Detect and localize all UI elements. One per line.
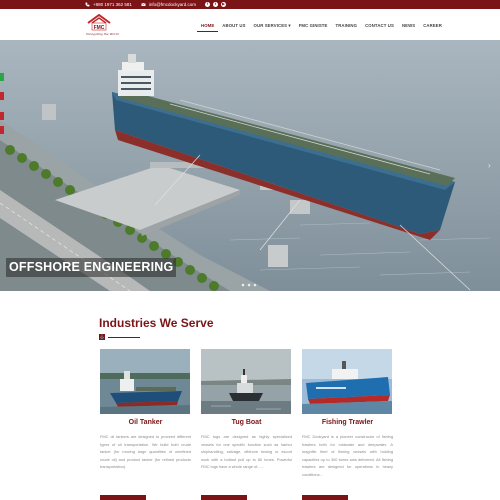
hero-caption: OFFSHORE ENGINEERING bbox=[6, 258, 177, 277]
nav-about-us[interactable]: ABOUT US bbox=[218, 23, 249, 32]
fishing-trawler-image[interactable] bbox=[302, 349, 392, 414]
nav-our-services[interactable]: OUR SERVICES ▾ bbox=[250, 23, 295, 32]
tug-boat-image[interactable] bbox=[201, 349, 291, 414]
phone-icon bbox=[85, 2, 90, 7]
read-more-button[interactable] bbox=[100, 495, 146, 500]
site-header: FMC Navigating the World HOME ABOUT US O… bbox=[0, 9, 500, 40]
nav-news[interactable]: NEWS bbox=[398, 23, 419, 32]
industries-cards: Oil Tanker FMC oil tankers are designed … bbox=[100, 349, 393, 500]
card-title: Oil Tanker bbox=[128, 419, 163, 426]
top-contact-bar: +880 1971 362 581 info@fmcdockyard.com f… bbox=[0, 0, 500, 9]
read-more-button[interactable] bbox=[201, 495, 247, 500]
card-title: Fishing Trawler bbox=[321, 419, 374, 426]
nav-training[interactable]: TRAINING bbox=[332, 23, 362, 32]
oil-tanker-image[interactable] bbox=[100, 349, 190, 414]
nav-home[interactable]: HOME bbox=[197, 23, 219, 32]
hero-slider[interactable]: OFFSHORE ENGINEERING › bbox=[0, 40, 500, 291]
contact-info: +880 1971 362 581 info@fmcdockyard.com f… bbox=[85, 1, 227, 8]
title-divider bbox=[108, 337, 140, 338]
nav-contact-us[interactable]: CONTACT US bbox=[361, 23, 398, 32]
card-oil-tanker: Oil Tanker FMC oil tankers are designed … bbox=[100, 349, 191, 500]
phone-number[interactable]: +880 1971 362 581 bbox=[93, 1, 132, 8]
card-text: FMC oil tankers are designed to proceed … bbox=[100, 434, 191, 470]
mail-icon bbox=[141, 2, 146, 7]
card-tug-boat: Tug Boat FMC tugs are designed as highly… bbox=[201, 349, 292, 500]
slider-next-arrow-icon[interactable]: › bbox=[488, 162, 494, 170]
section-title: Industries We Serve bbox=[99, 316, 214, 330]
facebook-icon[interactable]: f bbox=[205, 2, 211, 7]
nav-fmc-ginistte[interactable]: FMC GINISTE bbox=[295, 23, 332, 32]
svg-text:FMC: FMC bbox=[94, 25, 105, 31]
logo-tagline: Navigating the World bbox=[86, 32, 119, 36]
card-text: FMC Dockyard is a pioneer constructor of… bbox=[302, 434, 393, 477]
card-fishing-trawler: Fishing Trawler FMC Dockyard is a pionee… bbox=[302, 349, 393, 500]
email-address[interactable]: info@fmcdockyard.com bbox=[149, 1, 196, 8]
card-text: FMC tugs are designed as highly speciali… bbox=[201, 434, 292, 470]
twitter-icon[interactable]: t bbox=[213, 2, 219, 7]
card-title: Tug Boat bbox=[231, 419, 262, 426]
read-more-button[interactable] bbox=[302, 495, 348, 500]
anchor-icon: ⚓ bbox=[99, 334, 105, 340]
main-nav: HOME ABOUT US OUR SERVICES ▾ FMC GINISTE… bbox=[197, 23, 446, 32]
site-logo[interactable]: FMC Navigating the World bbox=[86, 14, 119, 38]
nav-career[interactable]: CAREER bbox=[419, 23, 446, 32]
hero-image bbox=[0, 40, 500, 291]
youtube-icon[interactable]: ▶ bbox=[221, 2, 227, 7]
